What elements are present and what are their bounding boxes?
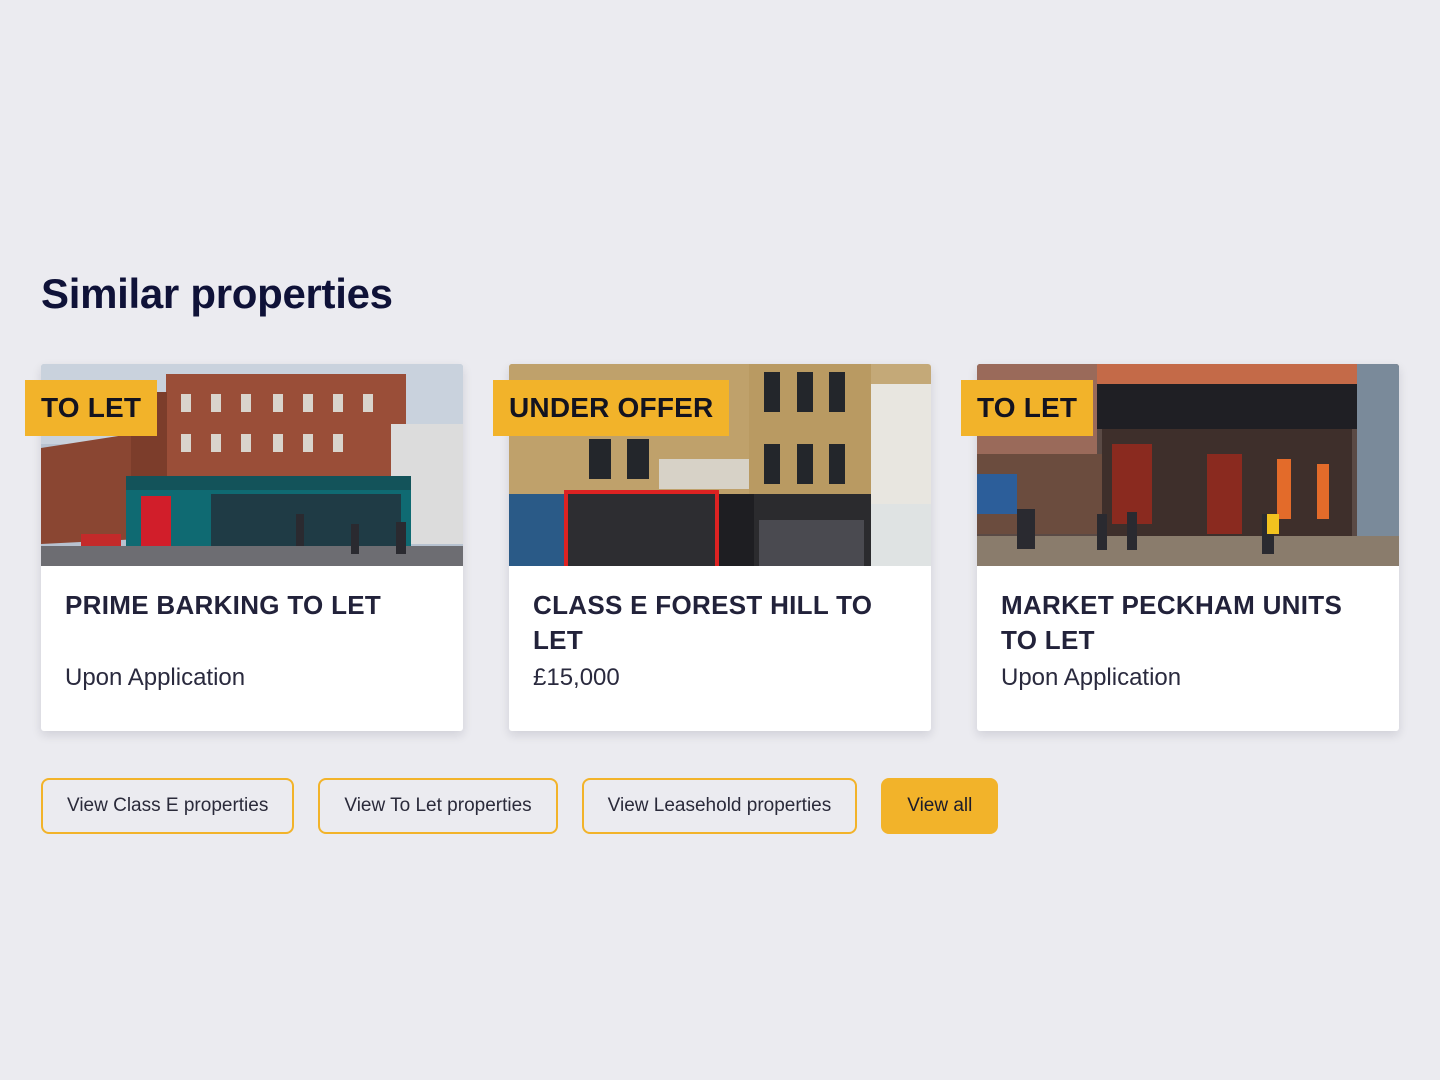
view-class-e-button[interactable]: View Class E properties	[41, 778, 295, 834]
property-cards: TO LET PRIME BARKING TO LET Upon Applica…	[25, 364, 1399, 731]
status-badge: TO LET	[961, 380, 1094, 436]
property-title[interactable]: MARKET PECKHAM UNITS TO LET	[1001, 588, 1375, 658]
view-leasehold-button[interactable]: View Leasehold properties	[581, 778, 858, 834]
view-all-button[interactable]: View all	[881, 778, 999, 834]
property-card[interactable]: TO LET	[25, 364, 463, 731]
property-price: Upon Application	[65, 664, 246, 691]
property-price: £15,000	[533, 664, 620, 691]
filter-buttons: View Class E properties View To Let prop…	[41, 778, 999, 834]
property-card[interactable]: TO LET	[961, 364, 1399, 731]
section-title: Similar properties	[41, 270, 393, 317]
property-title[interactable]: CLASS E FOREST HILL TO LET	[533, 588, 907, 658]
property-card[interactable]: UNDER OFFER CLASS E FOREST HILL TO LET £…	[493, 364, 931, 731]
status-badge: UNDER OFFER	[493, 380, 730, 436]
property-title[interactable]: PRIME BARKING TO LET	[65, 588, 439, 658]
status-badge: TO LET	[25, 380, 158, 436]
property-price: Upon Application	[1001, 664, 1182, 691]
page: Similar properties TO LET PRIME BARKING …	[0, 0, 1440, 1080]
view-to-let-button[interactable]: View To Let properties	[318, 778, 558, 834]
